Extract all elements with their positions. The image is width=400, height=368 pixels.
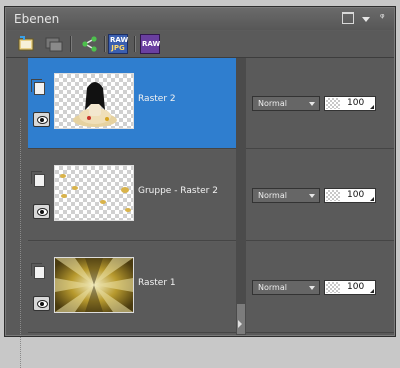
merge-layer-icon[interactable] [44,34,64,54]
blend-mode-select[interactable]: Normal [252,188,320,203]
opacity-slider-icon[interactable] [370,105,374,109]
layers-panel: Ebenen ᵠ RAW JPG RAW Raster 2 Gruppe - R… [4,6,396,368]
raw-jpg-top-label: RAW [110,36,129,44]
layer-thumbnail [54,165,134,221]
opacity-field[interactable]: 100 [324,188,376,203]
layer-properties: Normal 100 Normal 100 Normal 100 [246,58,394,335]
opacity-swatch-icon [326,190,340,201]
panel-title: Ebenen [14,12,60,26]
pin-icon[interactable]: ᵠ [380,11,392,24]
layer-row-raster-1[interactable]: Raster 1 [28,242,236,333]
layer-thumbnail [54,257,134,313]
blend-mode-value: Normal [258,283,287,292]
chevron-down-icon [309,102,315,106]
layer-row-raster-2[interactable]: Raster 2 [28,58,236,149]
visibility-eye-icon[interactable] [33,112,50,127]
chevron-down-icon [309,194,315,198]
layer-type-icon [31,171,45,187]
link-layers-icon[interactable] [80,34,100,54]
layer-type-icon [31,263,45,279]
layers-toolbar: RAW JPG RAW [6,31,394,58]
raw-icon[interactable]: RAW [140,34,160,54]
layer-row-gruppe-raster-2[interactable]: Gruppe - Raster 2 [28,150,236,241]
chevron-down-icon [309,286,315,290]
panel-splitter[interactable] [236,58,246,335]
resize-grip[interactable] [20,118,22,368]
raw-jpg-icon[interactable]: RAW JPG [108,34,128,54]
layer-thumbnail [54,73,134,129]
layer-properties-row: Normal 100 [246,242,394,333]
raw-jpg-bottom-label: JPG [111,44,125,52]
layer-name[interactable]: Raster 1 [138,278,176,288]
layer-name[interactable]: Raster 2 [138,94,176,104]
layers-list: Raster 2 Gruppe - Raster 2 Raster 1 [28,58,236,335]
opacity-swatch-icon [326,98,340,109]
blend-mode-value: Normal [258,99,287,108]
layer-properties-row: Normal 100 [246,58,394,149]
visibility-eye-icon[interactable] [33,204,50,219]
opacity-swatch-icon [326,282,340,293]
menu-arrow-icon[interactable] [362,17,370,22]
layers-left-strip [6,58,28,368]
layer-properties-row: Normal 100 [246,150,394,241]
blend-mode-value: Normal [258,191,287,200]
opacity-field[interactable]: 100 [324,280,376,295]
maximize-icon[interactable] [342,12,354,24]
opacity-value: 100 [347,98,365,108]
opacity-slider-icon[interactable] [370,289,374,293]
layer-name[interactable]: Gruppe - Raster 2 [138,186,218,196]
blend-mode-select[interactable]: Normal [252,280,320,295]
layer-type-icon [31,79,45,95]
opacity-slider-icon[interactable] [370,197,374,201]
visibility-eye-icon[interactable] [33,296,50,311]
opacity-value: 100 [347,190,365,200]
new-layer-icon[interactable] [16,34,36,54]
raw-label: RAW [142,40,161,48]
panel-titlebar[interactable]: Ebenen ᵠ [6,8,394,30]
splitter-handle[interactable] [237,304,245,334]
expand-arrow-icon[interactable] [238,320,242,328]
opacity-field[interactable]: 100 [324,96,376,111]
blend-mode-select[interactable]: Normal [252,96,320,111]
opacity-value: 100 [347,282,365,292]
